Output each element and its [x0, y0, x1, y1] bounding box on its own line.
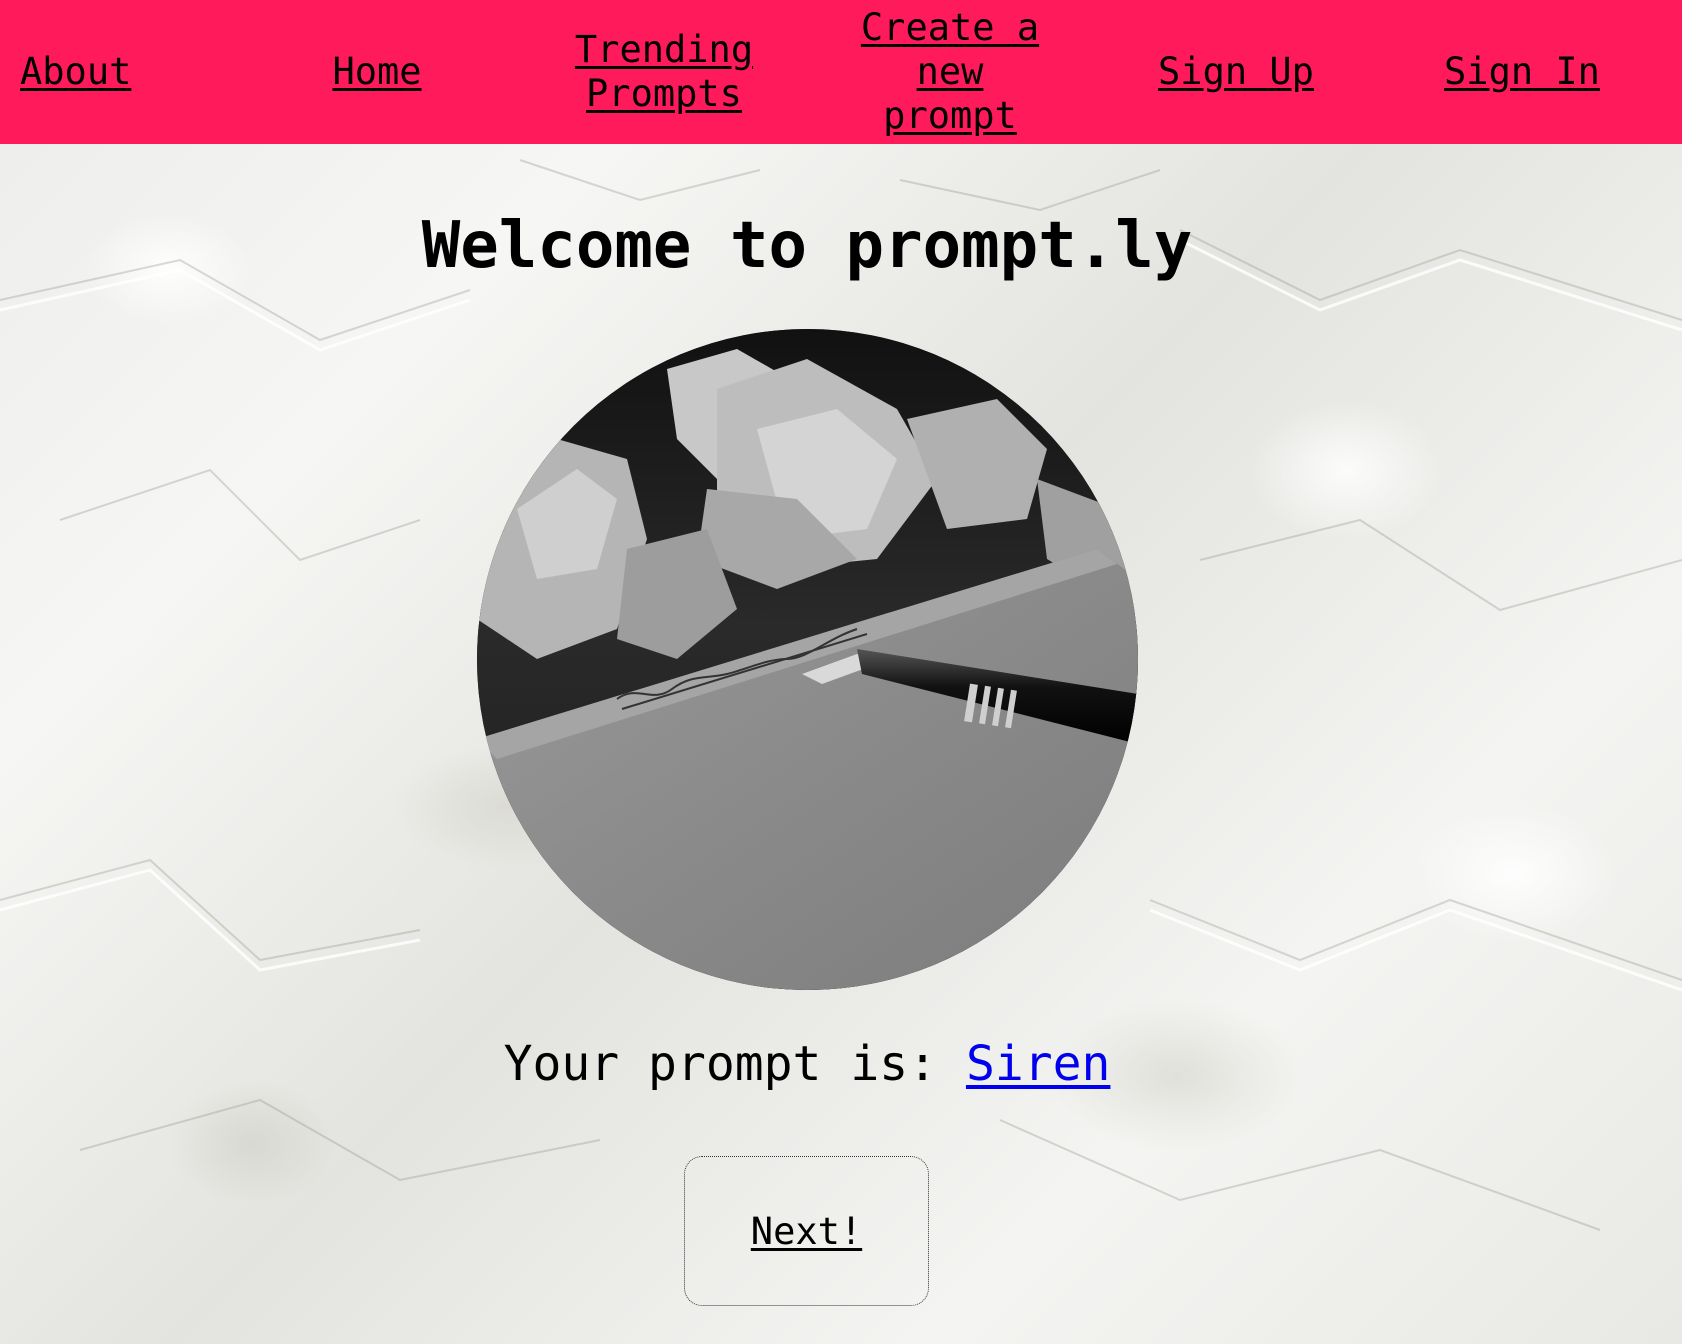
page-body: { "nav": { "items": [ {"label": "About"}… [0, 0, 1682, 1344]
nav-link-sign-up[interactable]: Sign Up [1146, 0, 1326, 144]
nav-link-trending-prompts[interactable]: Trending Prompts [560, 0, 768, 144]
nav-link-create-prompt[interactable]: Create a new prompt [840, 0, 1060, 144]
top-navigation: About Home Trending Prompts Create a new… [0, 0, 1682, 144]
page-title: Welcome to prompt.ly [421, 209, 1193, 283]
nav-link-home[interactable]: Home [306, 0, 448, 144]
next-button[interactable]: Next! [684, 1156, 929, 1306]
writing-desk-image [477, 329, 1138, 990]
nav-link-about[interactable]: About [20, 0, 162, 144]
prompt-prefix: Your prompt is: [503, 1036, 966, 1092]
nav-link-sign-in[interactable]: Sign In [1432, 0, 1612, 144]
writing-desk-illustration [477, 329, 1138, 990]
prompt-word-link[interactable]: Siren [966, 1036, 1111, 1092]
prompt-line: Your prompt is: Siren [0, 1034, 1614, 1094]
